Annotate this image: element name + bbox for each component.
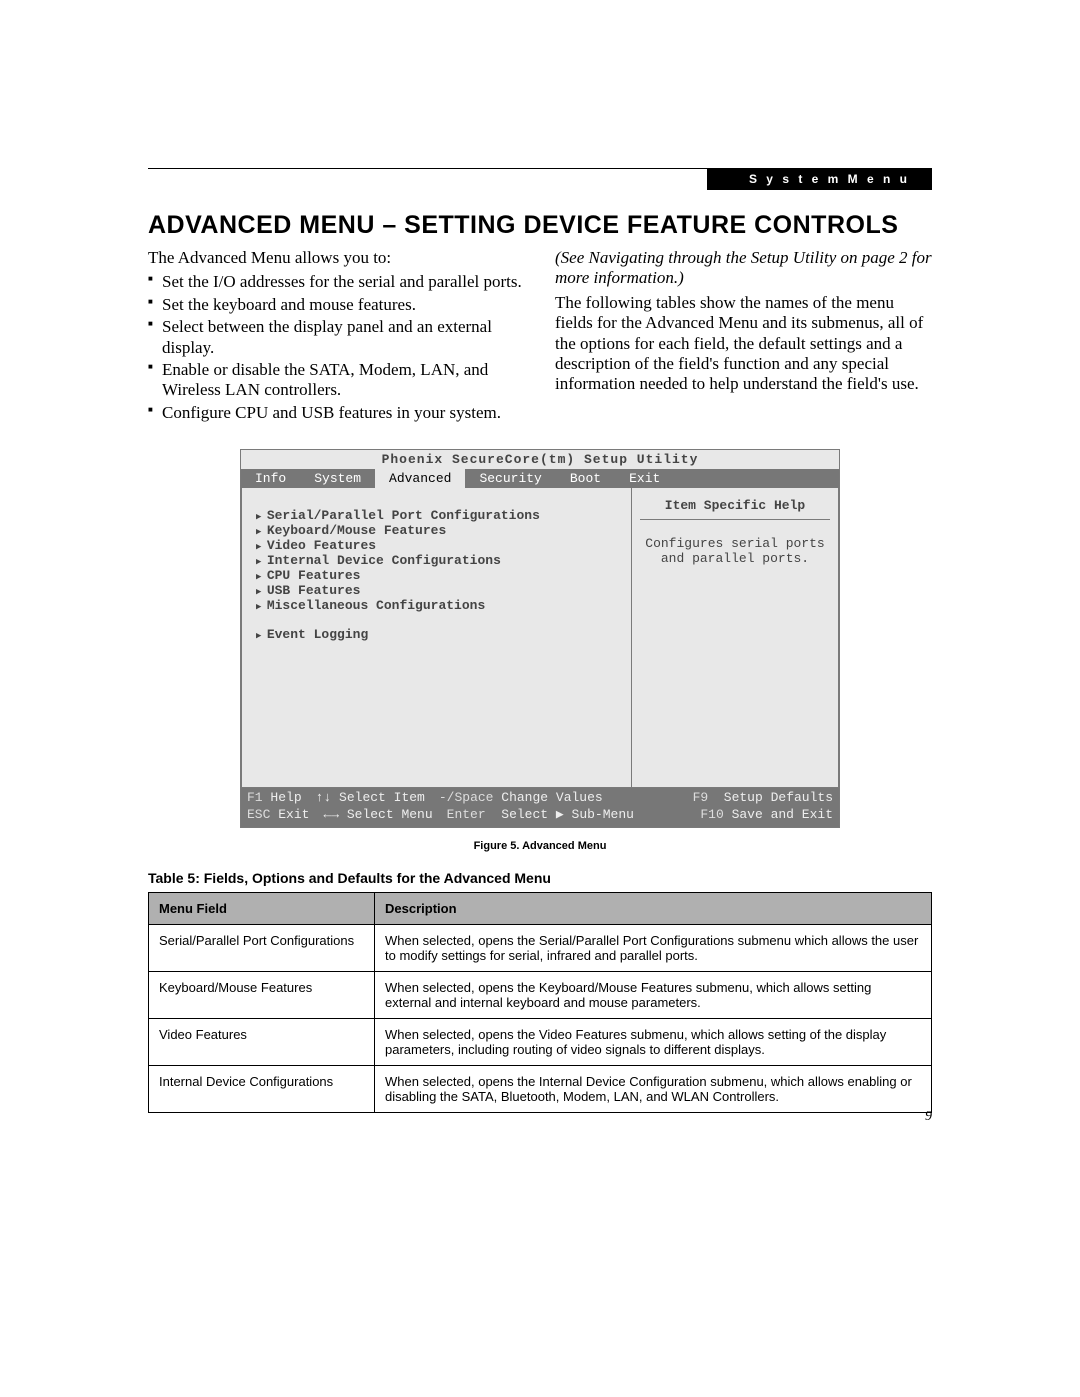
see-nav-note: (See Navigating through the Setup Utilit… xyxy=(555,248,932,289)
tab-advanced: Advanced xyxy=(375,469,465,488)
cell-field: Keyboard/Mouse Features xyxy=(149,971,375,1018)
label-save-exit: Save and Exit xyxy=(732,807,833,822)
label-exit: Exit xyxy=(278,807,309,822)
key-esc: ESC xyxy=(247,807,270,822)
key-f1: F1 xyxy=(247,790,263,805)
tab-info: Info xyxy=(241,469,300,488)
page-number: 9 xyxy=(925,1109,932,1125)
cell-desc: When selected, opens the Internal Device… xyxy=(375,1065,932,1112)
menu-keyboard-mouse: Keyboard/Mouse Features xyxy=(256,523,619,538)
bullet-item: Set the I/O addresses for the serial and… xyxy=(162,272,525,292)
menu-internal-device: Internal Device Configurations xyxy=(256,553,619,568)
bullet-item: Enable or disable the SATA, Modem, LAN, … xyxy=(162,360,525,401)
key-f10: F10 xyxy=(700,807,723,822)
menu-misc: Miscellaneous Configurations xyxy=(256,598,619,613)
table-row: Serial/Parallel Port Configurations When… xyxy=(149,924,932,971)
menu-usb: USB Features xyxy=(256,583,619,598)
table-caption: Table 5: Fields, Options and Defaults fo… xyxy=(148,870,932,886)
key-enter: Enter xyxy=(447,807,486,822)
menu-cpu: CPU Features xyxy=(256,568,619,583)
bullet-item: Select between the display panel and an … xyxy=(162,317,525,358)
help-panel-body: Configures serial ports and parallel por… xyxy=(640,536,830,566)
fields-table: Menu Field Description Serial/Parallel P… xyxy=(148,892,932,1113)
page-title: ADVANCED MENU – SETTING DEVICE FEATURE C… xyxy=(148,211,932,240)
table-row: Video Features When selected, opens the … xyxy=(149,1018,932,1065)
overview-text: The following tables show the names of t… xyxy=(555,293,932,395)
label-select-menu: ←→ Select Menu xyxy=(323,807,432,824)
feature-bullets: Set the I/O addresses for the serial and… xyxy=(148,272,525,423)
cell-desc: When selected, opens the Serial/Parallel… xyxy=(375,924,932,971)
left-column: The Advanced Menu allows you to: Set the… xyxy=(148,248,525,425)
th-menu-field: Menu Field xyxy=(149,892,375,924)
right-column: (See Navigating through the Setup Utilit… xyxy=(555,248,932,425)
bios-menu-panel: Serial/Parallel Port Configurations Keyb… xyxy=(241,488,631,788)
cell-field: Serial/Parallel Port Configurations xyxy=(149,924,375,971)
menu-serial-parallel: Serial/Parallel Port Configurations xyxy=(256,508,619,523)
table-row: Internal Device Configurations When sele… xyxy=(149,1065,932,1112)
key-space: -/Space xyxy=(439,790,494,805)
bullet-item: Configure CPU and USB features in your s… xyxy=(162,403,525,423)
help-panel-title: Item Specific Help xyxy=(640,498,830,520)
document-page: S y s t e m M e n u ADVANCED MENU – SETT… xyxy=(0,0,1080,1397)
tab-security: Security xyxy=(465,469,555,488)
cell-field: Internal Device Configurations xyxy=(149,1065,375,1112)
bios-tab-bar: Info System Advanced Security Boot Exit xyxy=(241,469,839,488)
th-description: Description xyxy=(375,892,932,924)
header-breadcrumb: S y s t e m M e n u xyxy=(707,168,932,190)
bios-help-panel: Item Specific Help Configures serial por… xyxy=(631,488,839,788)
header-rule: S y s t e m M e n u xyxy=(148,168,932,169)
bios-title: Phoenix SecureCore(tm) Setup Utility xyxy=(241,450,839,469)
table-row: Keyboard/Mouse Features When selected, o… xyxy=(149,971,932,1018)
menu-video: Video Features xyxy=(256,538,619,553)
label-select-item: ↑↓ Select Item xyxy=(316,790,425,807)
tab-boot: Boot xyxy=(556,469,615,488)
cell-desc: When selected, opens the Keyboard/Mouse … xyxy=(375,971,932,1018)
cell-desc: When selected, opens the Video Features … xyxy=(375,1018,932,1065)
bios-footer-keys: F1 Help ↑↓ Select Item -/Space Change Va… xyxy=(241,788,839,827)
body-columns: The Advanced Menu allows you to: Set the… xyxy=(148,248,932,425)
cell-field: Video Features xyxy=(149,1018,375,1065)
label-change-values: Change Values xyxy=(501,790,602,805)
menu-event-logging: Event Logging xyxy=(256,627,619,642)
bios-screenshot: Phoenix SecureCore(tm) Setup Utility Inf… xyxy=(240,449,840,828)
tab-system: System xyxy=(300,469,375,488)
label-submenu: Select ▶ Sub-Menu xyxy=(501,807,634,822)
label-help: Help xyxy=(270,790,301,805)
bullet-item: Set the keyboard and mouse features. xyxy=(162,295,525,315)
key-f9: F9 xyxy=(693,790,709,805)
figure-caption: Figure 5. Advanced Menu xyxy=(148,840,932,852)
intro-text: The Advanced Menu allows you to: xyxy=(148,248,525,268)
tab-exit: Exit xyxy=(615,469,674,488)
label-setup-defaults: Setup Defaults xyxy=(724,790,833,805)
